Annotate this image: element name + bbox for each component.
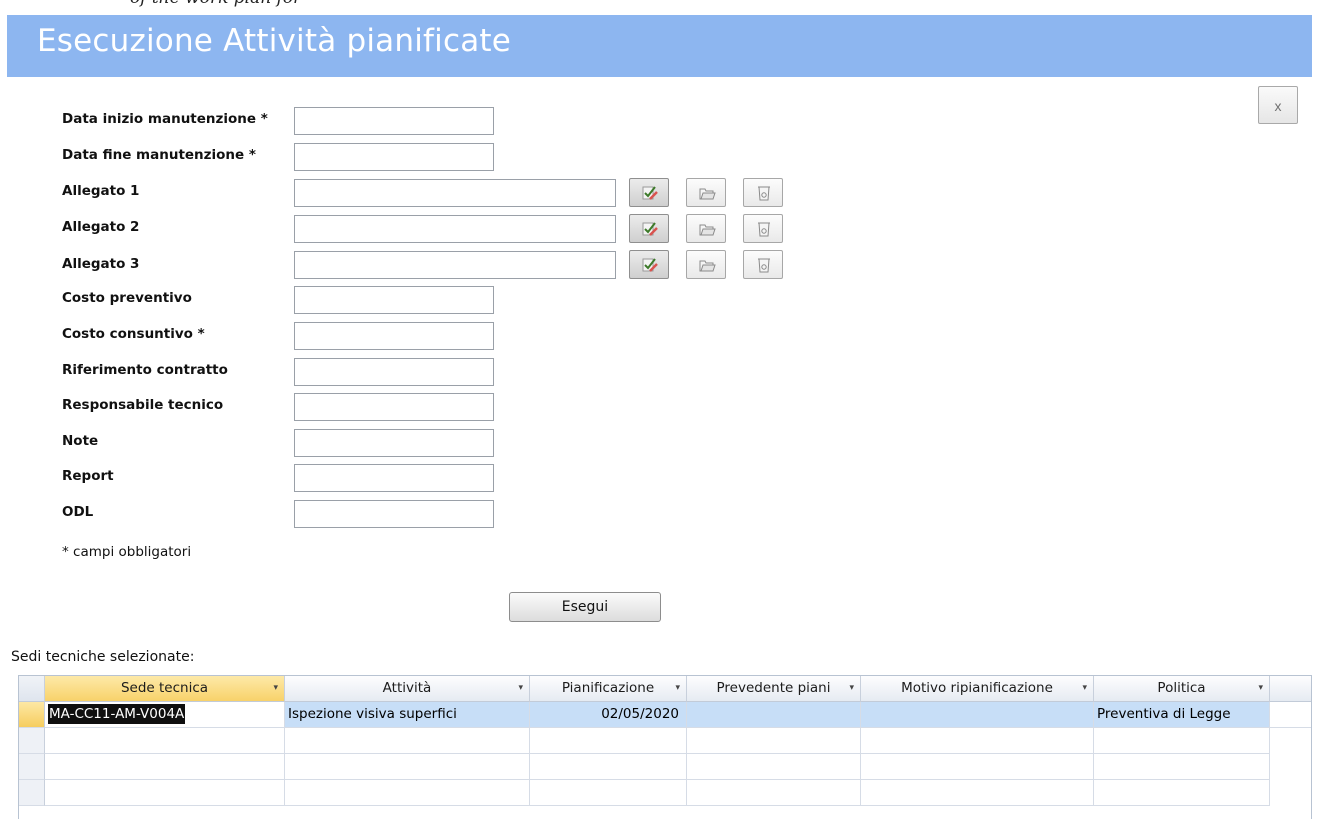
dropdown-arrow-icon[interactable]: ▾ <box>1258 676 1263 701</box>
allegato-2-open-button[interactable] <box>686 214 726 243</box>
esegui-button[interactable]: Esegui <box>509 592 661 622</box>
allegato-2-delete-button[interactable] <box>743 214 783 243</box>
grid-empty-cell[interactable] <box>45 728 285 754</box>
column-header-politica[interactable]: Politica ▾ <box>1094 676 1270 702</box>
grid-cell-prevedente-piani[interactable] <box>687 702 861 728</box>
row-selector[interactable] <box>19 728 45 754</box>
check-edit-icon <box>642 186 658 200</box>
column-header-sede-tecnica[interactable]: Sede tecnica ▾ <box>45 676 285 702</box>
close-icon: x <box>1274 98 1282 114</box>
allegato-1-check-button[interactable] <box>629 178 669 207</box>
column-header-attivita[interactable]: Attività ▾ <box>285 676 530 702</box>
grid-caption: Sedi tecniche selezionate: <box>11 649 195 665</box>
open-folder-icon <box>699 260 716 272</box>
grid-empty-cell[interactable] <box>1094 728 1270 754</box>
grid-empty-cell[interactable] <box>1094 780 1270 806</box>
allegato-1-open-button[interactable] <box>686 178 726 207</box>
label-allegato-2: Allegato 2 <box>62 219 140 235</box>
allegato-3-open-button[interactable] <box>686 250 726 279</box>
label-costo-consuntivo: Costo consuntivo * <box>62 326 205 342</box>
riferimento-contratto-field[interactable] <box>294 358 494 386</box>
top-caption: of the work plan for <box>130 0 301 8</box>
grid-empty-cell[interactable] <box>687 754 861 780</box>
grid-cell-politica[interactable]: Preventiva di Legge <box>1094 702 1270 728</box>
check-edit-icon <box>642 222 658 236</box>
report-field[interactable] <box>294 464 494 492</box>
grid-empty-cell[interactable] <box>285 754 530 780</box>
dropdown-arrow-icon[interactable]: ▾ <box>1082 676 1087 701</box>
costo-preventivo-field[interactable] <box>294 286 494 314</box>
dropdown-arrow-icon[interactable]: ▾ <box>849 676 854 701</box>
grid-empty-cell[interactable] <box>1094 754 1270 780</box>
odl-field[interactable] <box>294 500 494 528</box>
grid-empty-cell[interactable] <box>530 780 687 806</box>
header-filler <box>1270 676 1311 702</box>
column-header-prevedente-piani[interactable]: Prevedente piani ▾ <box>687 676 861 702</box>
grid-empty-cell[interactable] <box>861 754 1094 780</box>
grid-empty-cell[interactable] <box>530 754 687 780</box>
note-field[interactable] <box>294 429 494 457</box>
grid-empty-cell[interactable] <box>861 728 1094 754</box>
grid-cell-sede-tecnica[interactable]: MA-CC11-AM-V004A <box>45 702 285 728</box>
data-inizio-field[interactable] <box>294 107 494 135</box>
allegato-1-field[interactable] <box>294 179 616 207</box>
row-selector[interactable] <box>19 780 45 806</box>
sedi-tecniche-grid: Sede tecnica ▾ Attività ▾ Pianificazione ▾ … <box>18 675 1312 819</box>
grid-empty-cell[interactable] <box>530 728 687 754</box>
select-all-corner[interactable] <box>19 676 45 702</box>
grid-filler-cell <box>1270 702 1311 728</box>
grid-empty-cell[interactable] <box>687 780 861 806</box>
label-allegato-1: Allegato 1 <box>62 183 140 199</box>
close-button[interactable]: x <box>1258 86 1298 124</box>
title-bar: Esecuzione Attività pianificate <box>7 15 1312 77</box>
row-selector[interactable] <box>19 702 45 728</box>
allegato-3-check-button[interactable] <box>629 250 669 279</box>
allegato-2-check-button[interactable] <box>629 214 669 243</box>
label-allegato-3: Allegato 3 <box>62 256 140 272</box>
label-responsabile-tecnico: Responsabile tecnico <box>62 397 224 413</box>
label-data-fine: Data fine manutenzione * <box>62 147 256 163</box>
grid-cell-motivo-ripianificazione[interactable] <box>861 702 1094 728</box>
label-riferimento-contratto: Riferimento contratto <box>62 362 228 378</box>
grid-empty-cell[interactable] <box>45 754 285 780</box>
responsabile-tecnico-field[interactable] <box>294 393 494 421</box>
grid-cell-pianificazione[interactable]: 02/05/2020 <box>530 702 687 728</box>
allegato-3-field[interactable] <box>294 251 616 279</box>
check-edit-icon <box>642 258 658 272</box>
allegato-2-field[interactable] <box>294 215 616 243</box>
trash-icon <box>758 258 770 273</box>
grid-empty-cell[interactable] <box>861 780 1094 806</box>
column-header-motivo-ripianificazione[interactable]: Motivo ripianificazione ▾ <box>861 676 1094 702</box>
label-odl: ODL <box>62 504 94 520</box>
data-fine-field[interactable] <box>294 143 494 171</box>
row-selector[interactable] <box>19 754 45 780</box>
column-header-pianificazione[interactable]: Pianificazione ▾ <box>530 676 687 702</box>
costo-consuntivo-field[interactable] <box>294 322 494 350</box>
trash-icon <box>758 186 770 201</box>
window-title: Esecuzione Attività pianificate <box>37 23 512 59</box>
allegato-1-delete-button[interactable] <box>743 178 783 207</box>
grid-cell-attivita[interactable]: Ispezione visiva superfici <box>285 702 530 728</box>
required-fields-note: * campi obbligatori <box>62 544 192 560</box>
dropdown-arrow-icon[interactable]: ▾ <box>518 676 523 701</box>
grid-empty-cell[interactable] <box>687 728 861 754</box>
open-folder-icon <box>699 224 716 236</box>
grid-empty-cell[interactable] <box>285 728 530 754</box>
label-data-inizio: Data inizio manutenzione * <box>62 111 268 127</box>
allegato-3-delete-button[interactable] <box>743 250 783 279</box>
grid-empty-cell[interactable] <box>45 780 285 806</box>
label-note: Note <box>62 433 99 449</box>
label-costo-preventivo: Costo preventivo <box>62 290 192 306</box>
label-report: Report <box>62 468 114 484</box>
dropdown-arrow-icon[interactable]: ▾ <box>675 676 680 701</box>
open-folder-icon <box>699 188 716 200</box>
grid-empty-cell[interactable] <box>285 780 530 806</box>
dropdown-arrow-icon[interactable]: ▾ <box>273 676 278 701</box>
trash-icon <box>758 222 770 237</box>
